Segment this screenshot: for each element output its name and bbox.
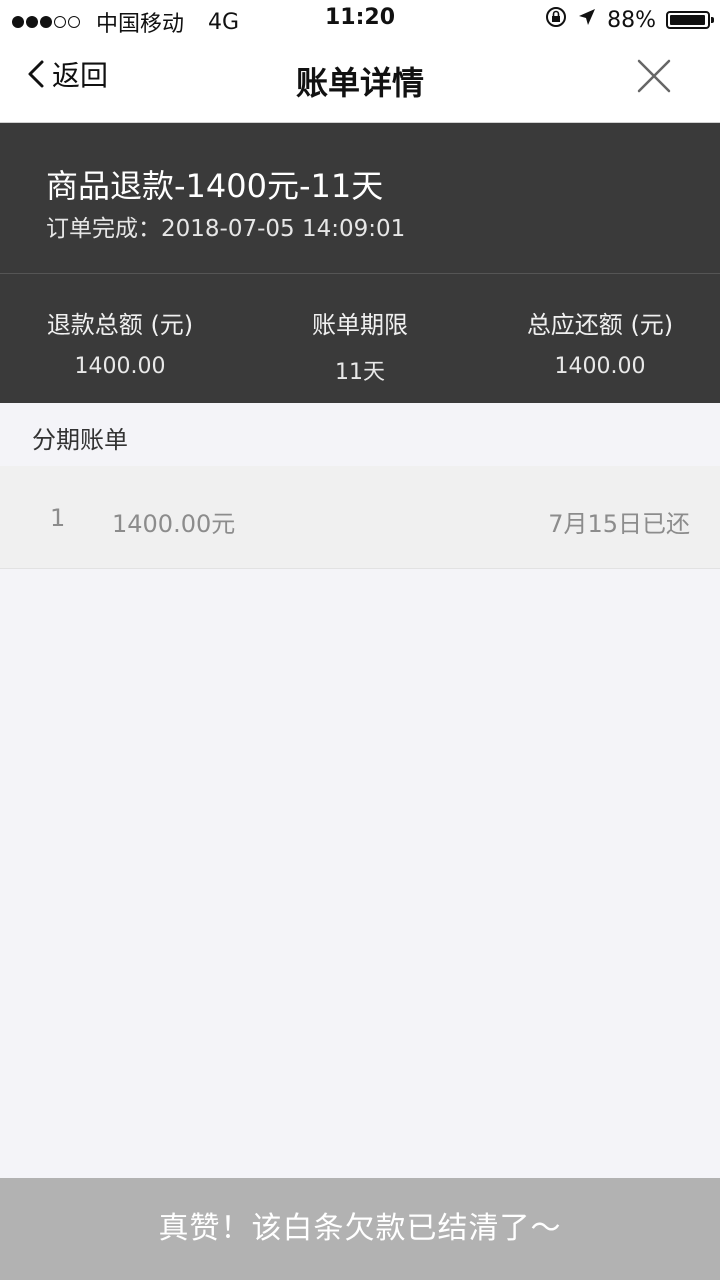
status-bar: 中国移动 4G 11:20 88% [0, 0, 720, 40]
installment-amount: 1400.00元 [112, 510, 236, 538]
rotation-lock-icon [545, 6, 567, 34]
stat-value: 1400.00 [74, 354, 166, 379]
stat-refund-total: 退款总额 (元) 1400.00 [0, 273, 240, 403]
bill-stats: 退款总额 (元) 1400.00 账单期限 11天 总应还额 (元) 1400.… [0, 273, 720, 403]
stat-value: 1400.00 [554, 354, 646, 379]
status-right: 88% [545, 6, 714, 34]
battery-percentage: 88% [607, 7, 656, 33]
order-completed-time: 订单完成：2018-07-05 14:09:01 [46, 216, 406, 242]
battery-icon [666, 11, 714, 29]
bill-summary: 商品退款-1400元-11天 订单完成：2018-07-05 14:09:01 … [0, 123, 720, 403]
close-icon [637, 59, 671, 93]
settled-message-banner: 真赞！该白条欠款已结清了～ [0, 1178, 720, 1280]
stat-label: 账单期限 [312, 311, 408, 339]
page-title: 账单详情 [295, 64, 424, 102]
installments-section-label: 分期账单 [32, 426, 128, 454]
stat-bill-term: 账单期限 11天 [240, 273, 480, 403]
installment-row[interactable]: 1 1400.00元 7月15日已还 [0, 466, 720, 569]
location-arrow-icon [577, 7, 597, 33]
nav-bar: 返回 账单详情 [0, 40, 720, 123]
bill-title: 商品退款-1400元-11天 [46, 167, 384, 205]
close-button[interactable] [634, 56, 674, 96]
stat-total-due: 总应还额 (元) 1400.00 [480, 273, 720, 403]
stat-label: 总应还额 (元) [526, 311, 674, 339]
installment-status: 7月15日已还 [548, 510, 690, 538]
stat-label: 退款总额 (元) [46, 311, 194, 339]
stat-value: 11天 [335, 360, 385, 385]
installment-index: 1 [50, 504, 66, 532]
